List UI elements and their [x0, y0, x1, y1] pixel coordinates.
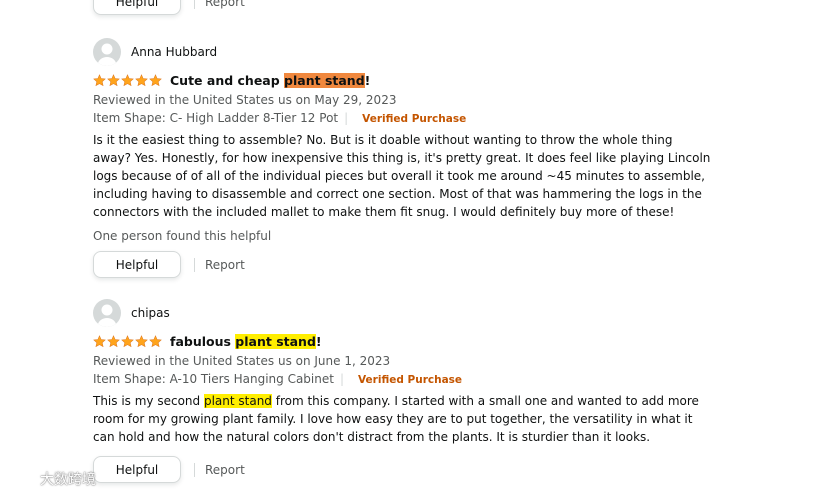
previous-review-actions: Helpful Report	[93, 0, 245, 15]
report-link[interactable]: Report	[205, 0, 245, 9]
helpful-count: One person found this helpful	[93, 229, 272, 243]
action-divider	[194, 462, 195, 477]
title-highlight: plant stand	[284, 73, 365, 88]
star-icon	[149, 335, 162, 348]
verified-purchase-badge: Verified Purchase	[358, 374, 463, 386]
review-body: This is my second plant stand from this …	[93, 392, 713, 446]
user-avatar-icon	[93, 299, 121, 327]
star-icon	[93, 335, 106, 348]
review-actions: Helpful Report	[93, 251, 713, 278]
star-icon	[121, 335, 134, 348]
review-title-row: Cute and cheap plant stand!	[93, 72, 713, 89]
review-title-row: fabulous plant stand!	[93, 333, 713, 350]
helpful-button[interactable]: Helpful	[93, 0, 181, 15]
helpful-button[interactable]: Helpful	[93, 456, 181, 483]
variant-divider: |	[344, 111, 349, 125]
body-text: Is it the easiest thing to assemble? No.…	[93, 133, 711, 219]
body-text: This is my second	[93, 394, 204, 408]
star-rating[interactable]	[93, 335, 162, 348]
star-icon	[149, 74, 162, 87]
title-highlight: plant stand	[235, 334, 316, 349]
review-title[interactable]: fabulous plant stand!	[170, 334, 322, 349]
item-shape[interactable]: Item Shape: C- High Ladder 8-Tier 12 Pot	[93, 111, 338, 125]
watermark: 大数跨境	[6, 468, 96, 490]
verified-purchase-badge: Verified Purchase	[362, 113, 467, 125]
reviewer-name: chipas	[131, 306, 170, 320]
watermark-text: 大数跨境	[40, 472, 96, 488]
report-link[interactable]: Report	[205, 258, 245, 272]
title-suffix: !	[364, 73, 371, 88]
star-icon	[93, 74, 106, 87]
review-date: Reviewed in the United States us on June…	[93, 354, 391, 368]
user-avatar-icon	[93, 38, 121, 66]
title-suffix: !	[315, 334, 322, 349]
reviewer-profile[interactable]: Anna Hubbard	[93, 37, 713, 67]
reviewer-profile[interactable]: chipas	[93, 298, 713, 328]
review-title[interactable]: Cute and cheap plant stand!	[170, 73, 370, 88]
reviewer-name: Anna Hubbard	[131, 45, 218, 59]
action-divider	[194, 0, 195, 9]
title-text: fabulous	[170, 334, 236, 349]
review-actions: Helpful Report	[93, 456, 713, 483]
star-rating[interactable]	[93, 74, 162, 87]
watermark-logo-icon	[6, 468, 36, 490]
helpful-button[interactable]: Helpful	[93, 251, 181, 278]
star-icon	[107, 335, 120, 348]
review-date: Reviewed in the United States us on May …	[93, 93, 397, 107]
star-icon	[121, 74, 134, 87]
review-card: Anna Hubbard Cute and cheap plant stand!…	[93, 37, 713, 278]
item-shape[interactable]: Item Shape: A-10 Tiers Hanging Cabinet	[93, 372, 334, 386]
star-icon	[107, 74, 120, 87]
review-body: Is it the easiest thing to assemble? No.…	[93, 131, 713, 221]
action-divider	[194, 257, 195, 272]
title-text: Cute and cheap	[170, 73, 285, 88]
review-card: chipas fabulous plant stand! Reviewed in…	[93, 298, 713, 483]
review-variant-row: Item Shape: C- High Ladder 8-Tier 12 Pot…	[93, 109, 713, 127]
star-icon	[135, 335, 148, 348]
report-link[interactable]: Report	[205, 463, 245, 477]
star-icon	[135, 74, 148, 87]
body-highlight: plant stand	[203, 394, 272, 408]
variant-divider: |	[339, 372, 344, 386]
review-variant-row: Item Shape: A-10 Tiers Hanging Cabinet | V…	[93, 370, 713, 388]
